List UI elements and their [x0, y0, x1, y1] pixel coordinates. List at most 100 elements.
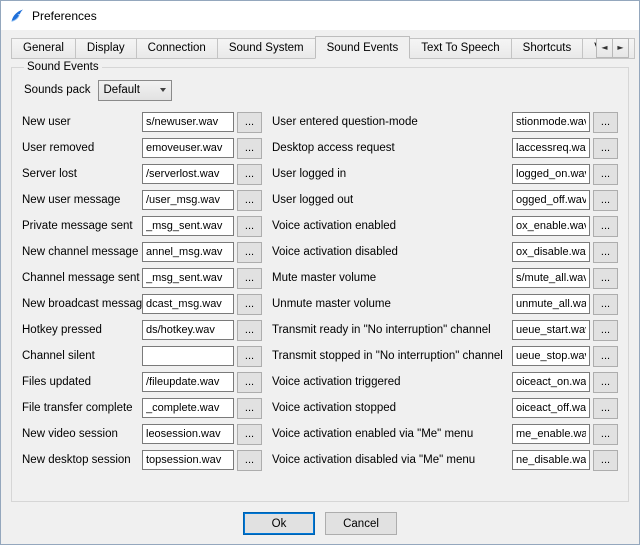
tab-scroll-right-icon[interactable]: ► — [612, 38, 629, 58]
sound-file-input[interactable] — [512, 268, 590, 288]
browse-button[interactable]: ... — [593, 450, 618, 471]
row-private-message-sent: Private message sent ... — [22, 213, 262, 239]
sound-event-label: New channel message — [22, 246, 142, 258]
sound-event-label: User entered question-mode — [272, 116, 512, 128]
tab-general[interactable]: General — [11, 38, 76, 59]
browse-button[interactable]: ... — [593, 320, 618, 341]
sound-file-input[interactable] — [512, 398, 590, 418]
dropdown-arrow-icon — [160, 88, 166, 92]
sound-file-input[interactable] — [512, 320, 590, 340]
tab-bar: General Display Connection Sound System … — [11, 36, 629, 59]
browse-button[interactable]: ... — [593, 242, 618, 263]
row-voiceact-triggered: Voice activation triggered ... — [272, 369, 618, 395]
sound-file-input[interactable] — [512, 372, 590, 392]
dialog-content: General Display Connection Sound System … — [1, 30, 639, 544]
sound-event-label: File transfer complete — [22, 402, 142, 414]
tab-shortcuts[interactable]: Shortcuts — [511, 38, 584, 59]
browse-button[interactable]: ... — [237, 398, 262, 419]
sound-file-input[interactable] — [512, 216, 590, 236]
browse-button[interactable]: ... — [593, 190, 618, 211]
cancel-button[interactable]: Cancel — [325, 512, 397, 535]
sound-event-label: Hotkey pressed — [22, 324, 142, 336]
sound-file-input[interactable] — [142, 112, 234, 132]
browse-button[interactable]: ... — [237, 268, 262, 289]
sound-file-input[interactable] — [142, 190, 234, 210]
row-question-mode: User entered question-mode ... — [272, 109, 618, 135]
row-new-video-session: New video session ... — [22, 421, 262, 447]
sound-event-label: New user — [22, 116, 142, 128]
sound-event-label: Files updated — [22, 376, 142, 388]
app-icon — [9, 8, 25, 24]
browse-button[interactable]: ... — [593, 112, 618, 133]
sound-event-label: Transmit stopped in "No interruption" ch… — [272, 350, 512, 362]
tab-sound-system[interactable]: Sound System — [217, 38, 316, 59]
sound-file-input[interactable] — [512, 450, 590, 470]
sound-file-input[interactable] — [512, 190, 590, 210]
browse-button[interactable]: ... — [593, 216, 618, 237]
row-server-lost: Server lost ... — [22, 161, 262, 187]
sound-event-label: User removed — [22, 142, 142, 154]
browse-button[interactable]: ... — [237, 450, 262, 471]
browse-button[interactable]: ... — [593, 294, 618, 315]
browse-button[interactable]: ... — [593, 372, 618, 393]
sound-file-input[interactable] — [142, 450, 234, 470]
sound-file-input[interactable] — [512, 164, 590, 184]
tab-text-to-speech[interactable]: Text To Speech — [409, 38, 511, 59]
sound-file-input[interactable] — [142, 372, 234, 392]
tab-sound-events[interactable]: Sound Events — [315, 36, 411, 59]
tab-display[interactable]: Display — [75, 38, 137, 59]
sound-file-input[interactable] — [142, 164, 234, 184]
row-transmit-stopped: Transmit stopped in "No interruption" ch… — [272, 343, 618, 369]
sound-file-input[interactable] — [512, 138, 590, 158]
left-column: New user ... User removed ... Server los… — [22, 109, 262, 473]
browse-button[interactable]: ... — [237, 242, 262, 263]
browse-button[interactable]: ... — [237, 112, 262, 133]
browse-button[interactable]: ... — [593, 346, 618, 367]
browse-button[interactable]: ... — [237, 294, 262, 315]
sound-file-input[interactable] — [142, 268, 234, 288]
tab-scrollers: ◄ ► — [597, 38, 629, 58]
browse-button[interactable]: ... — [237, 424, 262, 445]
ok-button[interactable]: Ok — [243, 512, 315, 535]
sound-event-label: Unmute master volume — [272, 298, 512, 310]
browse-button[interactable]: ... — [237, 346, 262, 367]
browse-button[interactable]: ... — [593, 424, 618, 445]
sound-file-input[interactable] — [142, 320, 234, 340]
browse-button[interactable]: ... — [237, 138, 262, 159]
browse-button[interactable]: ... — [237, 190, 262, 211]
browse-button[interactable]: ... — [237, 372, 262, 393]
tab-connection[interactable]: Connection — [136, 38, 218, 59]
sound-file-input[interactable] — [142, 346, 234, 366]
sound-file-input[interactable] — [512, 346, 590, 366]
sound-event-columns: New user ... User removed ... Server los… — [22, 109, 618, 473]
browse-button[interactable]: ... — [593, 268, 618, 289]
browse-button[interactable]: ... — [593, 138, 618, 159]
row-voiceact-enabled: Voice activation enabled ... — [272, 213, 618, 239]
sound-file-input[interactable] — [512, 294, 590, 314]
right-column: User entered question-mode ... Desktop a… — [272, 109, 618, 473]
sound-file-input[interactable] — [512, 112, 590, 132]
sound-file-input[interactable] — [512, 242, 590, 262]
sounds-pack-select[interactable]: Default — [98, 80, 172, 101]
sound-event-label: User logged in — [272, 168, 512, 180]
row-file-transfer-complete: File transfer complete ... — [22, 395, 262, 421]
sound-event-label: New video session — [22, 428, 142, 440]
sound-file-input[interactable] — [142, 216, 234, 236]
sound-file-input[interactable] — [142, 398, 234, 418]
sound-event-label: Server lost — [22, 168, 142, 180]
sound-file-input[interactable] — [142, 294, 234, 314]
sound-event-label: Mute master volume — [272, 272, 512, 284]
sound-file-input[interactable] — [142, 242, 234, 262]
sound-file-input[interactable] — [142, 424, 234, 444]
sound-file-input[interactable] — [512, 424, 590, 444]
tab-scroll-left-icon[interactable]: ◄ — [596, 38, 613, 58]
browse-button[interactable]: ... — [237, 320, 262, 341]
sound-event-label: Voice activation disabled — [272, 246, 512, 258]
sound-event-label: Channel message sent — [22, 272, 142, 284]
browse-button[interactable]: ... — [593, 398, 618, 419]
row-user-logged-in: User logged in ... — [272, 161, 618, 187]
browse-button[interactable]: ... — [237, 216, 262, 237]
browse-button[interactable]: ... — [237, 164, 262, 185]
browse-button[interactable]: ... — [593, 164, 618, 185]
sound-file-input[interactable] — [142, 138, 234, 158]
